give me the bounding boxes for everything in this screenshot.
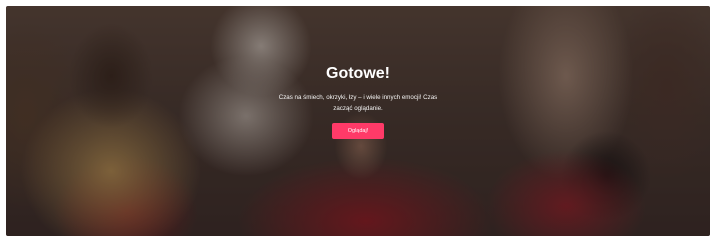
hero-message: Czas na śmiech, okrzyki, łzy – i wiele i… [278,94,438,112]
hero-content: Gotowe! Czas na śmiech, okrzyki, łzy – i… [6,64,710,139]
hero-title: Gotowe! [326,65,390,82]
hero-banner: Gotowe! Czas na śmiech, okrzyki, łzy – i… [6,6,710,236]
watch-button[interactable]: Oglądaj! [332,123,384,139]
